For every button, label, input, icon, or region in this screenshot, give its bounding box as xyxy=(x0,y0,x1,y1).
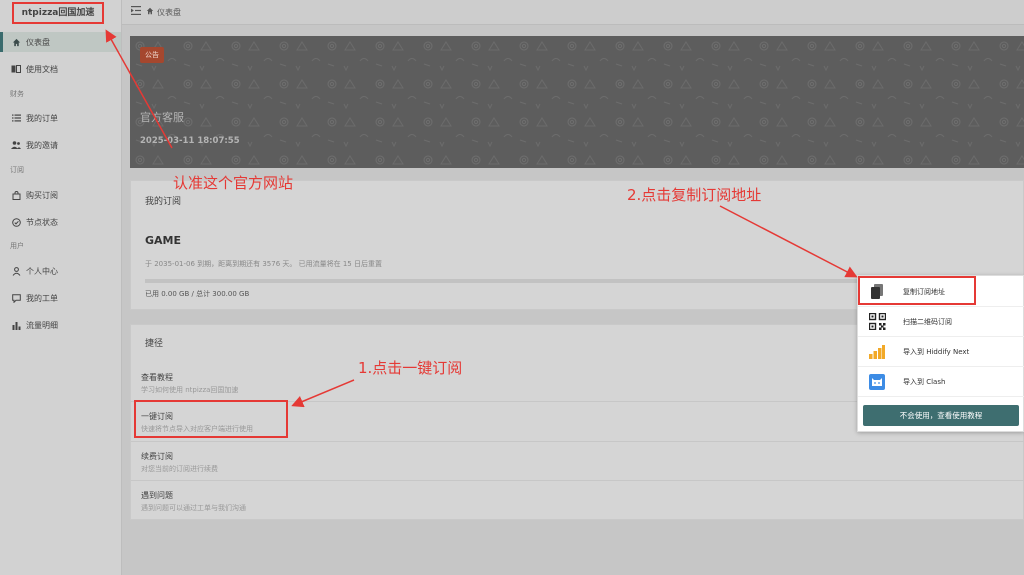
arrow-official xyxy=(105,29,173,149)
arrow-step1 xyxy=(291,379,355,408)
arrow-step2 xyxy=(719,205,858,278)
annotation-step2: 2.点击复制订阅地址 xyxy=(627,186,762,204)
annotation-official-site: 认准这个官方网站 xyxy=(173,174,294,192)
annotation-step1: 1.点击一键订阅 xyxy=(358,359,463,377)
annotation-arrows xyxy=(105,29,858,408)
